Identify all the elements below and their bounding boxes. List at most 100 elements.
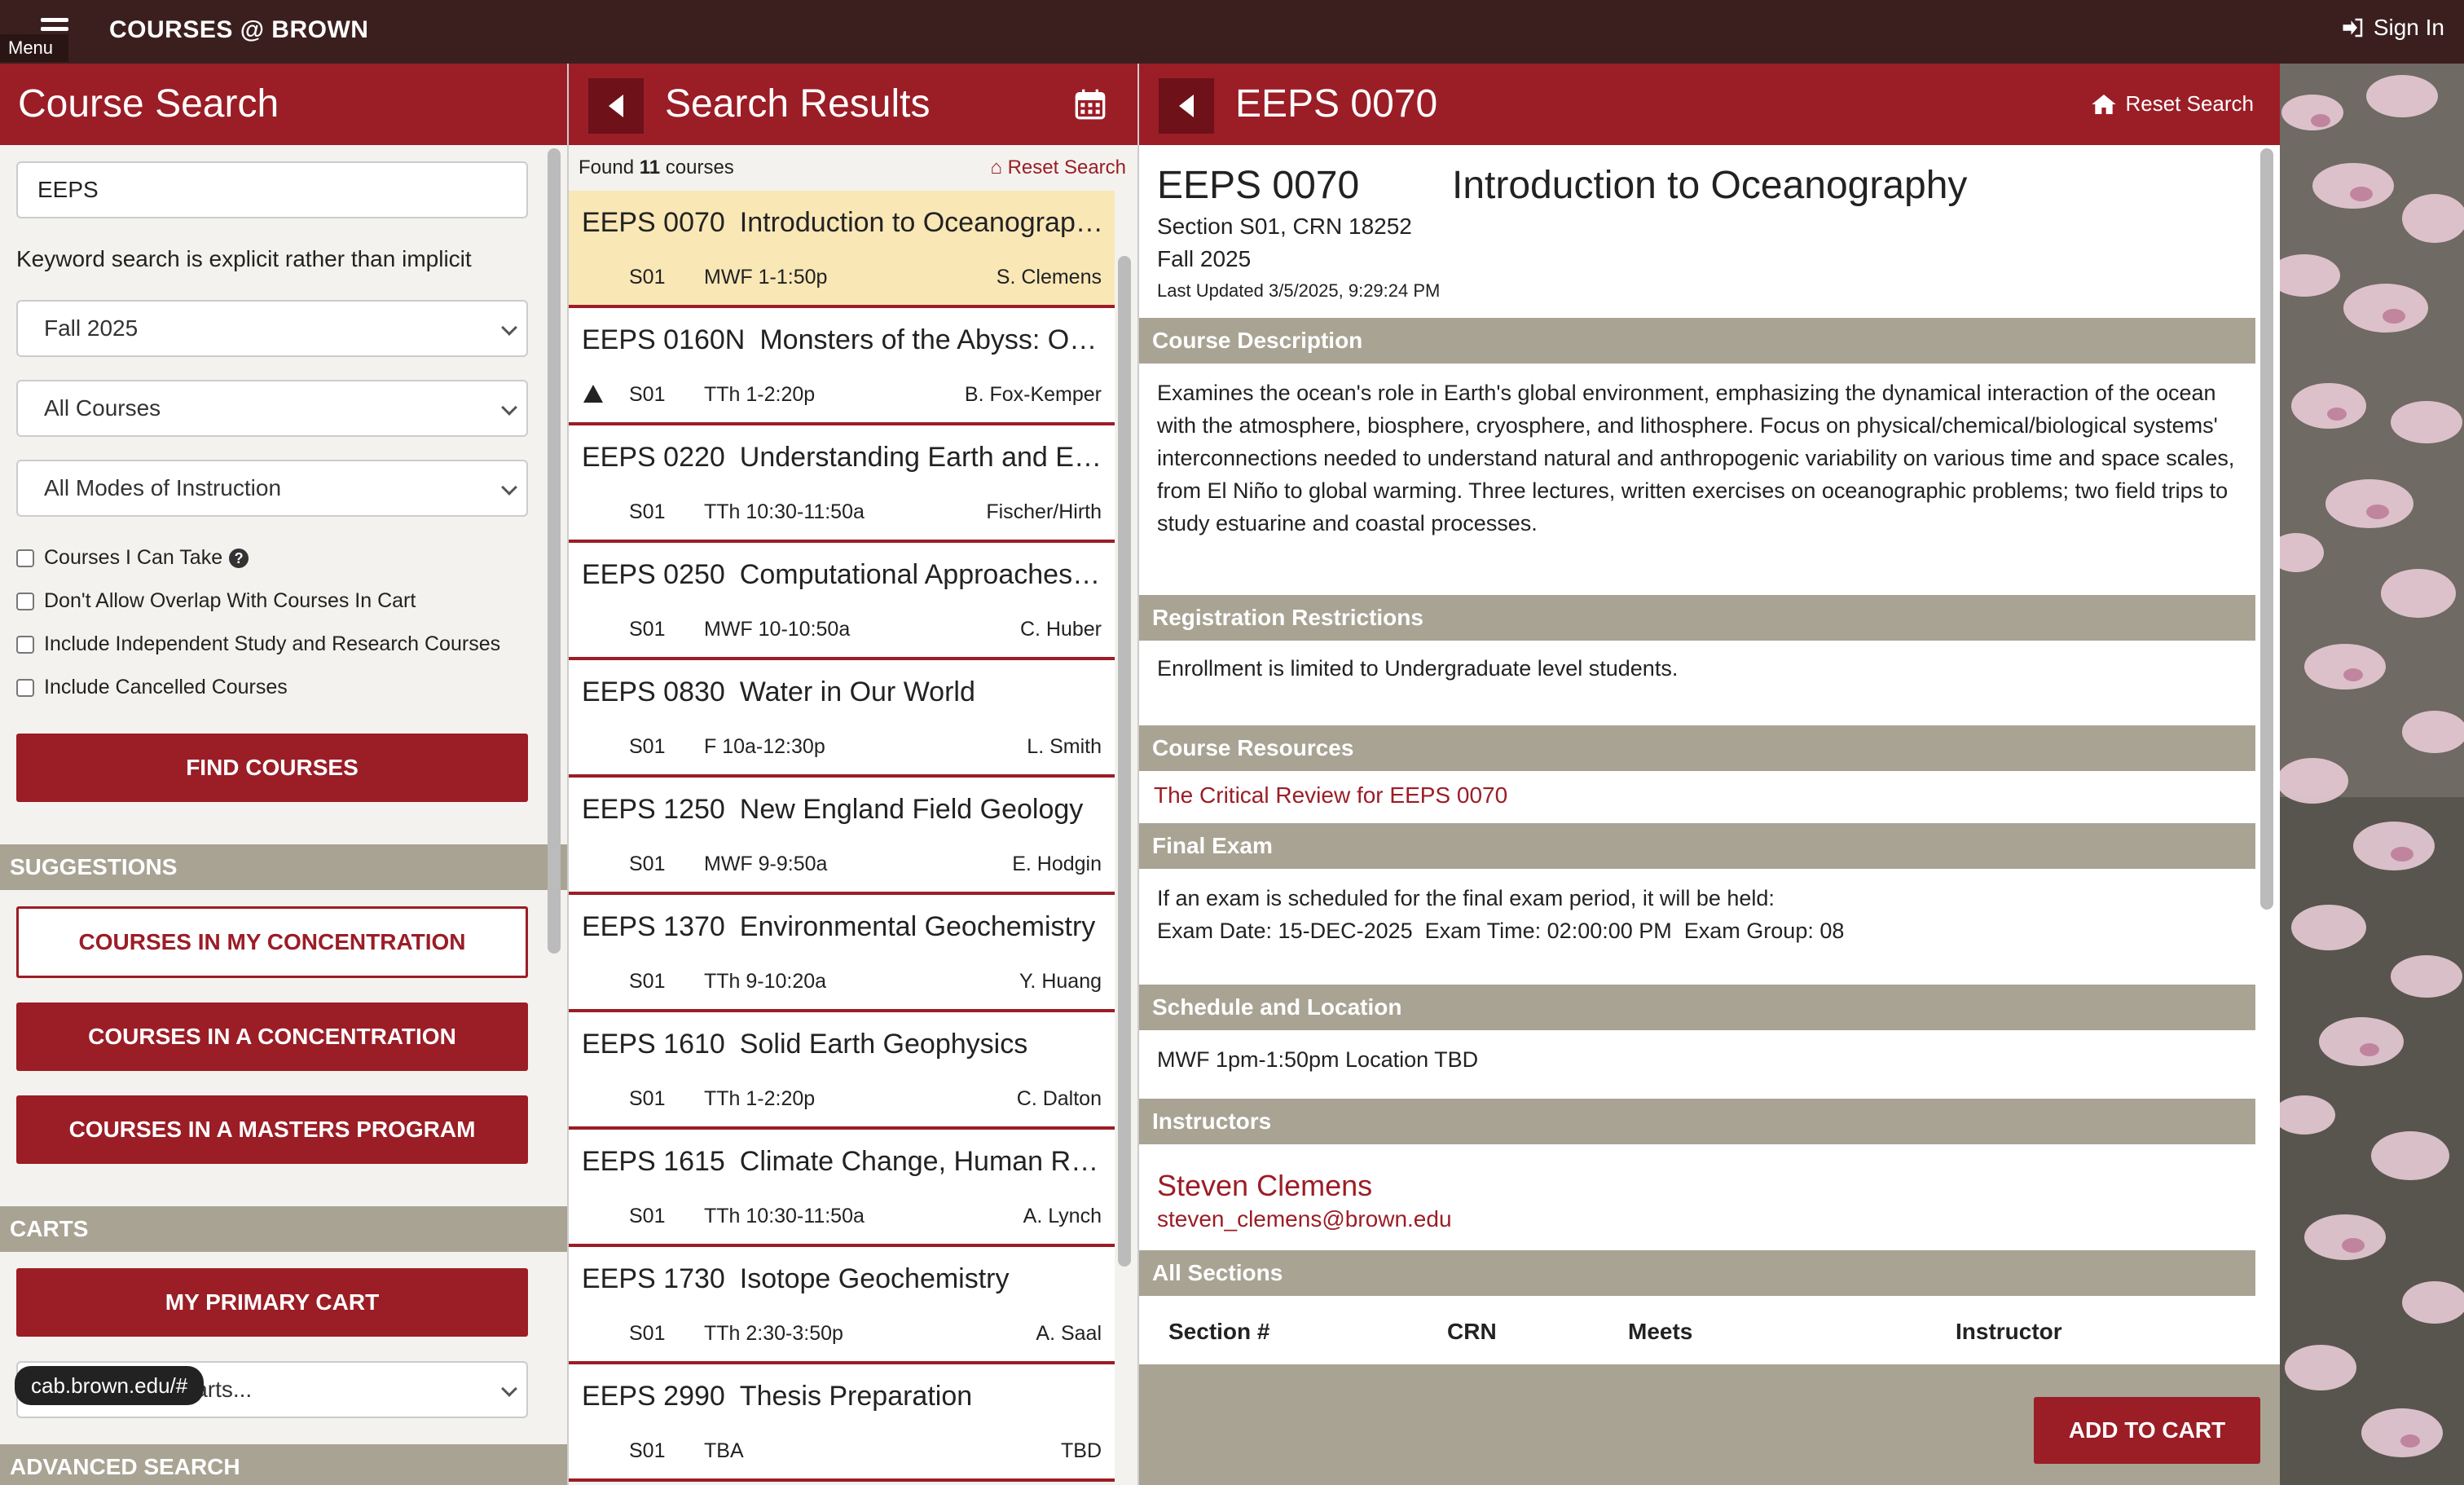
modes-select[interactable]: All Modes of Instruction xyxy=(16,460,528,517)
checkbox-independent-study[interactable]: Include Independent Study and Research C… xyxy=(16,623,551,666)
sign-in-button[interactable]: Sign In xyxy=(2341,15,2444,41)
add-to-cart-button[interactable]: ADD TO CART xyxy=(2034,1397,2260,1464)
result-course-title: Environmental Geochemistry xyxy=(739,911,1096,942)
checkbox-courses-i-can-take[interactable]: Courses I Can Take? xyxy=(16,536,551,579)
carts-header: CARTS xyxy=(0,1206,567,1252)
result-instructor: Y. Huang xyxy=(1019,970,1102,993)
result-time: F 10a-12:30p xyxy=(704,735,825,758)
final-exam-line2: Exam Date: 15-DEC-2025 Exam Time: 02:00:… xyxy=(1157,919,1845,943)
result-row-eeps-0220[interactable]: EEPS 0220 Understanding Earth and En... S0… xyxy=(569,425,1115,543)
result-title: EEPS 0070 Introduction to Oceanography xyxy=(582,207,1103,239)
result-time: MWF 10-10:50a xyxy=(704,618,851,641)
scrollbar[interactable] xyxy=(548,148,561,954)
found-count: 11 xyxy=(639,156,661,178)
checkbox[interactable] xyxy=(16,635,34,654)
result-title: EEPS 1250 New England Field Geology xyxy=(582,794,1103,826)
keyword-hint: Keyword search is explicit rather than i… xyxy=(16,246,472,271)
my-primary-cart-button[interactable]: MY PRIMARY CART xyxy=(16,1268,528,1337)
result-time: TTh 1-2:20p xyxy=(704,383,816,406)
app-title[interactable]: COURSES @ BROWN xyxy=(109,16,368,44)
found-count-text: Found 11 courses xyxy=(579,156,734,178)
result-instructor: Fischer/Hirth xyxy=(986,500,1102,523)
panel-title: EEPS 0070 xyxy=(1235,82,1438,126)
checkbox[interactable] xyxy=(16,549,34,567)
back-button[interactable] xyxy=(1159,78,1214,134)
detail-panel-header: EEPS 0070 Reset Search xyxy=(1139,64,2280,145)
result-course-title: Climate Change, Human Rig... xyxy=(739,1146,1103,1177)
scrollbar[interactable] xyxy=(1118,256,1131,1267)
result-section: S01 xyxy=(629,618,666,641)
courses-in-my-concentration-button[interactable]: COURSES IN MY CONCENTRATION xyxy=(16,906,528,978)
back-button[interactable] xyxy=(588,78,644,134)
checkbox-label: Include Cancelled Courses xyxy=(44,676,288,698)
result-row-eeps-1730[interactable]: EEPS 1730 Isotope Geochemistry S01 TTh 2:30… xyxy=(569,1247,1115,1364)
instructor-email[interactable]: steven_clemens@brown.edu xyxy=(1157,1206,1452,1232)
courses-in-a-masters-program-button[interactable]: COURSES IN A MASTERS PROGRAM xyxy=(16,1095,528,1164)
home-icon xyxy=(2092,94,2117,114)
result-course-title: Understanding Earth and En... xyxy=(739,442,1103,473)
col-header-meets: Meets xyxy=(1628,1319,1693,1344)
result-time: MWF 1-1:50p xyxy=(704,266,828,289)
result-section: S01 xyxy=(629,383,666,406)
checkbox-cancelled[interactable]: Include Cancelled Courses xyxy=(16,666,551,709)
checkbox[interactable] xyxy=(16,678,34,697)
reset-search-button[interactable]: Reset Search xyxy=(2091,91,2254,117)
result-title: EEPS 0160N Monsters of the Abyss: Oce... xyxy=(582,324,1103,356)
find-courses-button[interactable]: FIND COURSES xyxy=(16,734,528,802)
sign-in-icon xyxy=(2343,18,2363,37)
result-row-eeps-0160n[interactable]: EEPS 0160N Monsters of the Abyss: Oce... S… xyxy=(569,308,1115,425)
top-bar: Menu COURSES @ BROWN Sign In xyxy=(0,0,2464,64)
result-row-eeps-0070[interactable]: EEPS 0070 Introduction to Oceanography S01… xyxy=(569,191,1115,308)
panel-title: Search Results xyxy=(665,82,931,126)
term-select[interactable]: Fall 2025 xyxy=(16,300,528,357)
result-row-eeps-1370[interactable]: EEPS 1370 Environmental Geochemistry S01 TT… xyxy=(569,895,1115,1012)
calendar-icon[interactable] xyxy=(1074,88,1107,121)
menu-button[interactable]: Menu xyxy=(0,0,68,64)
col-header-instructor: Instructor xyxy=(1956,1319,2062,1344)
term: Fall 2025 xyxy=(1157,246,1252,271)
result-row-eeps-1250[interactable]: EEPS 1250 New England Field Geology S01 MWF… xyxy=(569,778,1115,895)
background-photo xyxy=(2280,64,2464,1485)
result-row-eeps-1615[interactable]: EEPS 1615 Climate Change, Human Rig... S01… xyxy=(569,1130,1115,1247)
advanced-search-header[interactable]: ADVANCED SEARCH xyxy=(0,1444,567,1485)
instructor-name[interactable]: Steven Clemens xyxy=(1157,1169,1372,1203)
question-icon[interactable]: ? xyxy=(229,548,249,568)
result-code: EEPS 0070 xyxy=(582,207,725,238)
col-header-section: Section # xyxy=(1168,1319,1270,1344)
magnolia-image xyxy=(2280,64,2464,1485)
registration-restrictions-header: Registration Restrictions xyxy=(1139,595,2255,641)
result-time: TTh 10:30-11:50a xyxy=(704,500,865,523)
results-list: EEPS 0070 Introduction to Oceanography S01… xyxy=(569,191,1137,1482)
search-results-panel: Search Results Found 11 courses ⌂ Reset … xyxy=(569,64,1139,1485)
courses-in-a-concentration-button[interactable]: COURSES IN A CONCENTRATION xyxy=(16,1002,528,1071)
checkbox[interactable] xyxy=(16,592,34,610)
courses-select[interactable]: All Courses xyxy=(16,380,528,437)
result-instructor: A. Saal xyxy=(1036,1322,1102,1345)
result-code: EEPS 1730 xyxy=(582,1263,725,1294)
result-instructor: A. Lynch xyxy=(1023,1205,1102,1227)
checkbox-label: Don't Allow Overlap With Courses In Cart xyxy=(44,589,416,612)
result-section: S01 xyxy=(629,970,666,993)
course-resources-header: Course Resources xyxy=(1139,725,2255,771)
result-title: EEPS 0830 Water in Our World xyxy=(582,676,1103,708)
result-title: EEPS 1610 Solid Earth Geophysics xyxy=(582,1029,1103,1060)
result-row-eeps-2990[interactable]: EEPS 2990 Thesis Preparation S01 TBA TBD xyxy=(569,1364,1115,1482)
result-code: EEPS 0220 xyxy=(582,442,725,473)
result-title: EEPS 0250 Computational Approaches t... xyxy=(582,559,1103,591)
menu-label: Menu xyxy=(0,34,68,62)
course-description-header: Course Description xyxy=(1139,318,2255,364)
result-row-eeps-0830[interactable]: EEPS 0830 Water in Our World S01 F 10a-12:3… xyxy=(569,660,1115,778)
keyword-search-input[interactable]: EEPS xyxy=(16,161,528,218)
checkbox-no-overlap[interactable]: Don't Allow Overlap With Courses In Cart xyxy=(16,579,551,623)
result-row-eeps-0250[interactable]: EEPS 0250 Computational Approaches t... S0… xyxy=(569,543,1115,660)
critical-review-link[interactable]: The Critical Review for EEPS 0070 xyxy=(1154,782,1507,809)
reset-search-link[interactable]: ⌂ Reset Search xyxy=(990,156,1126,179)
scrollbar[interactable] xyxy=(2260,148,2273,910)
result-course-title: Isotope Geochemistry xyxy=(739,1263,1010,1294)
col-header-crn: CRN xyxy=(1447,1319,1497,1344)
result-title: EEPS 1370 Environmental Geochemistry xyxy=(582,911,1103,943)
result-instructor: TBD xyxy=(1061,1439,1102,1462)
result-row-eeps-1610[interactable]: EEPS 1610 Solid Earth Geophysics S01 TTh 1-… xyxy=(569,1012,1115,1130)
course-title: Introduction to Oceanography xyxy=(1452,164,1968,207)
result-section: S01 xyxy=(629,1087,666,1110)
